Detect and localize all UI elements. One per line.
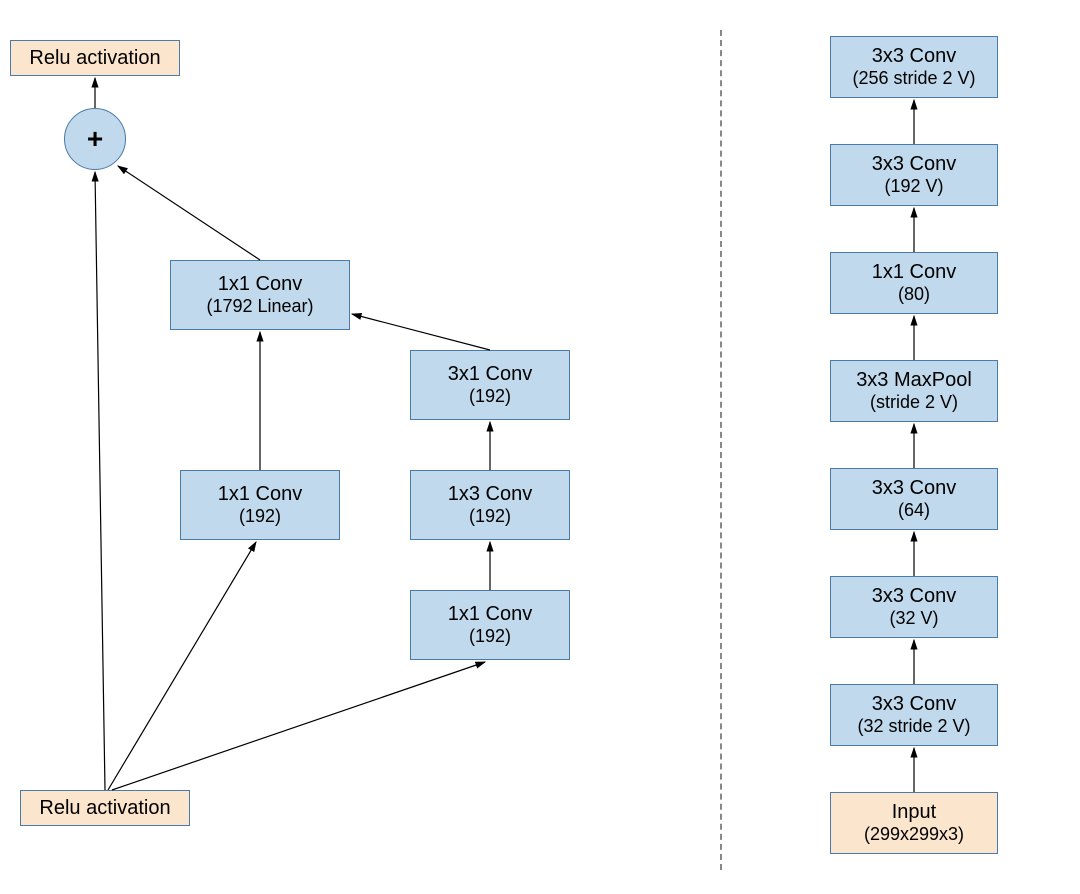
stem-input-l2: (299x299x3) <box>864 824 964 846</box>
stem-maxpool: 3x3 MaxPool (stride 2 V) <box>830 360 998 422</box>
stem-conv-192v: 3x3 Conv (192 V) <box>830 144 998 206</box>
stem-conv-32s2-l1: 3x3 Conv <box>872 692 957 716</box>
relu-top-label: Relu activation <box>29 46 160 70</box>
divider <box>720 30 722 870</box>
arrows-layer <box>0 0 1080 894</box>
conv-1x3-192-l1: 1x3 Conv <box>448 482 533 506</box>
conv-1x3-192-l2: (192) <box>469 506 511 528</box>
stem-conv-192v-l2: (192 V) <box>884 176 943 198</box>
stem-maxpool-l2: (stride 2 V) <box>870 392 958 414</box>
stem-conv-256: 3x3 Conv (256 stride 2 V) <box>830 36 998 98</box>
relu-bottom-label: Relu activation <box>39 796 170 820</box>
stem-conv-32v: 3x3 Conv (32 V) <box>830 576 998 638</box>
stem-conv-80-l1: 1x1 Conv <box>872 260 957 284</box>
conv-1x1-192-left-l1: 1x1 Conv <box>218 482 303 506</box>
conv-1x1-192-right-l1: 1x1 Conv <box>448 602 533 626</box>
stem-conv-64-l2: (64) <box>898 500 930 522</box>
stem-conv-80: 1x1 Conv (80) <box>830 252 998 314</box>
add-node: + <box>64 108 126 170</box>
stem-conv-32v-l2: (32 V) <box>889 608 938 630</box>
conv-3x1-192-l1: 3x1 Conv <box>448 362 533 386</box>
stem-maxpool-l1: 3x3 MaxPool <box>856 368 972 392</box>
conv-1x3-192: 1x3 Conv (192) <box>410 470 570 540</box>
conv-1x1-linear-l2: (1792 Linear) <box>206 296 313 318</box>
conv-1x1-linear-l1: 1x1 Conv <box>218 272 303 296</box>
conv-1x1-linear: 1x1 Conv (1792 Linear) <box>170 260 350 330</box>
relu-bottom: Relu activation <box>20 790 190 826</box>
stem-conv-256-l2: (256 stride 2 V) <box>852 68 975 90</box>
stem-conv-32s2-l2: (32 stride 2 V) <box>857 716 970 738</box>
stem-conv-32v-l1: 3x3 Conv <box>872 584 957 608</box>
stem-conv-64-l1: 3x3 Conv <box>872 476 957 500</box>
stem-conv-256-l1: 3x3 Conv <box>872 44 957 68</box>
conv-3x1-192-l2: (192) <box>469 386 511 408</box>
stem-input-l1: Input <box>892 800 936 824</box>
stem-input: Input (299x299x3) <box>830 792 998 854</box>
stem-conv-64: 3x3 Conv (64) <box>830 468 998 530</box>
conv-1x1-192-left-l2: (192) <box>239 506 281 528</box>
stem-conv-80-l2: (80) <box>898 284 930 306</box>
conv-1x1-192-right: 1x1 Conv (192) <box>410 590 570 660</box>
conv-3x1-192: 3x1 Conv (192) <box>410 350 570 420</box>
stem-conv-32s2: 3x3 Conv (32 stride 2 V) <box>830 684 998 746</box>
stem-conv-192v-l1: 3x3 Conv <box>872 152 957 176</box>
conv-1x1-192-left: 1x1 Conv (192) <box>180 470 340 540</box>
conv-1x1-192-right-l2: (192) <box>469 626 511 648</box>
plus-icon: + <box>87 123 103 155</box>
relu-top: Relu activation <box>10 40 180 76</box>
